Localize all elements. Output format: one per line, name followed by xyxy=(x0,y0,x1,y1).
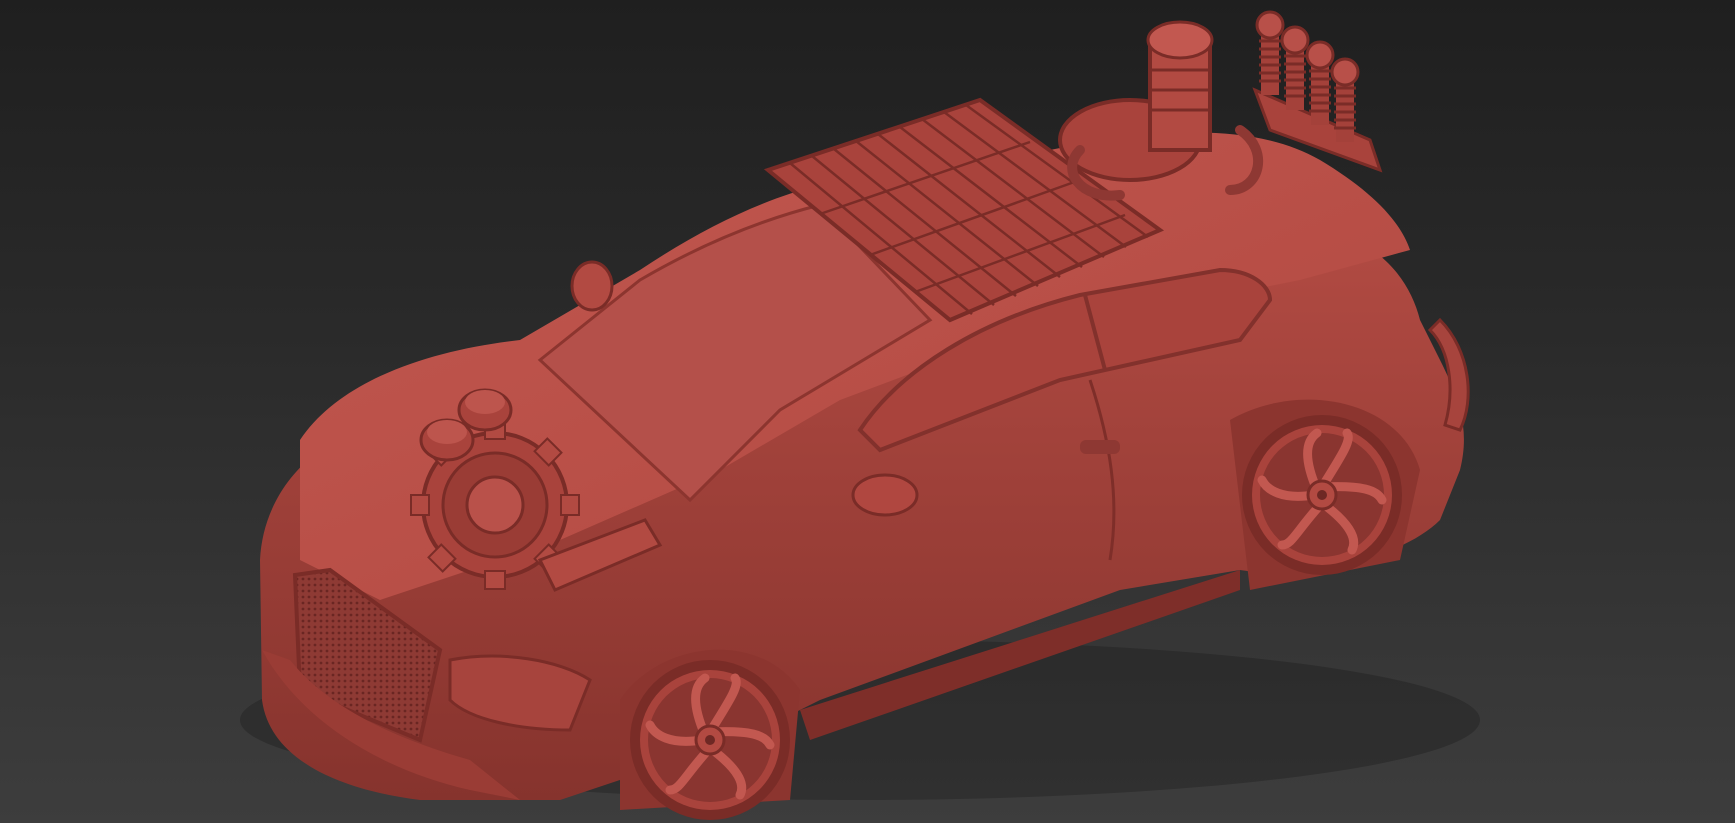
side-mirror xyxy=(851,473,919,517)
rear-mirror-nub xyxy=(570,260,614,312)
car-render xyxy=(240,10,1480,823)
3d-viewport[interactable] xyxy=(0,0,1735,823)
front-wheel xyxy=(630,660,790,820)
rear-wheel xyxy=(1242,415,1402,575)
door-handle xyxy=(1080,440,1120,454)
